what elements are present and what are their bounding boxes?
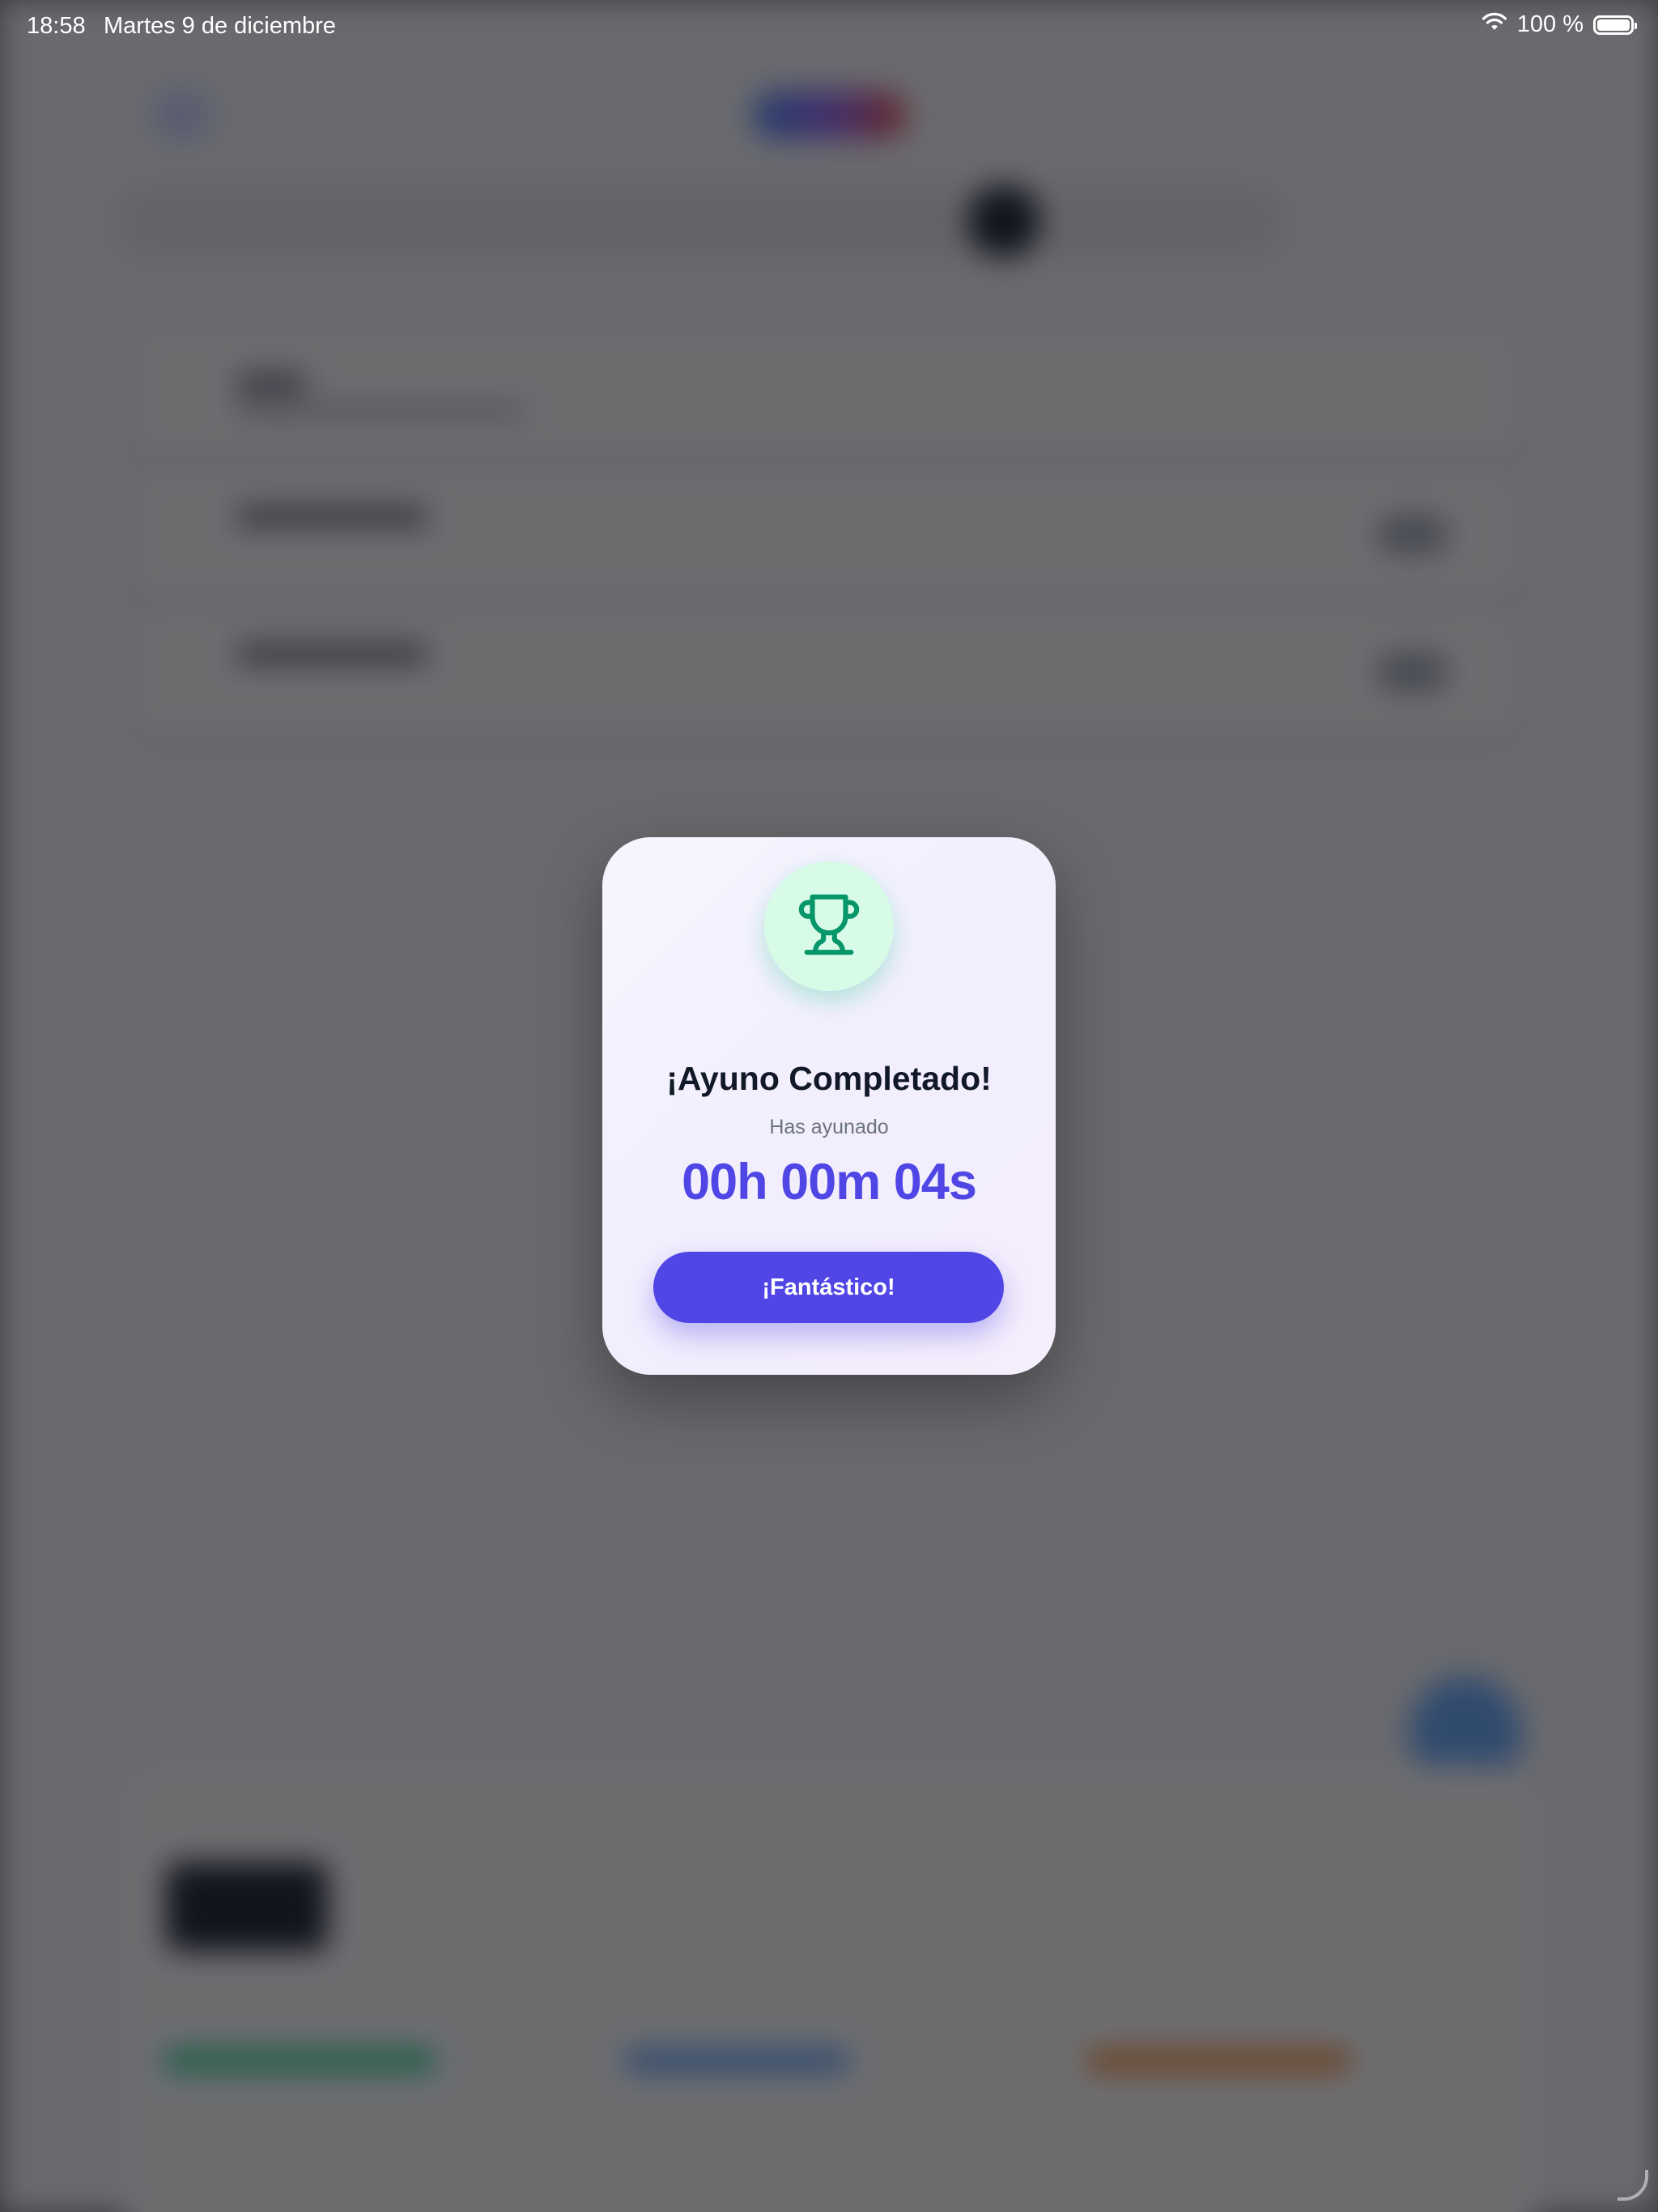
trophy-icon [796,891,862,962]
fantastic-button[interactable]: ¡Fantástico! [653,1252,1004,1323]
dialog-subtitle: Has ayunado [769,1116,889,1138]
dialog-title: ¡Ayuno Completado! [666,1060,992,1097]
trophy-badge [764,861,894,991]
battery-icon [1593,15,1637,35]
battery-percentage: 100 % [1516,11,1584,37]
status-bar: 18:58 Martes 9 de diciembre 100 % [0,0,1658,52]
status-indicators: 100 % [1482,11,1637,38]
status-time: 18:58 [27,13,86,39]
fast-completed-dialog: ¡Ayuno Completado! Has ayunado 00h 00m 0… [602,837,1056,1375]
status-date: Martes 9 de diciembre [104,13,336,39]
fast-duration: 00h 00m 04s [682,1154,977,1210]
wifi-icon [1482,11,1507,38]
